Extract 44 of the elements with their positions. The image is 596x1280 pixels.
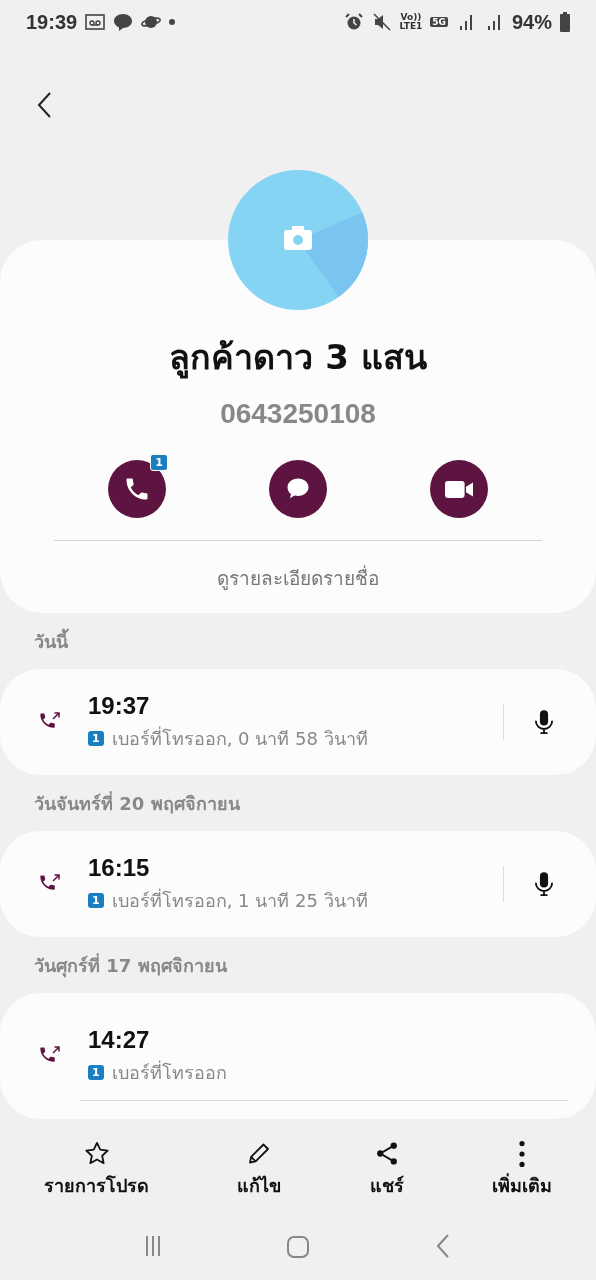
mute-icon xyxy=(371,12,392,32)
three-lines-icon xyxy=(144,1235,161,1256)
contact-name: ลูกค้าดาว 3 แสน xyxy=(169,336,427,381)
volte-label: Vo)) xyxy=(400,13,422,22)
network-label: 5G xyxy=(430,17,448,27)
call-time: 19:37 xyxy=(88,691,151,720)
status-time: 19:39 xyxy=(26,10,78,34)
battery-percent: 94% xyxy=(511,10,552,34)
chat-bubble-icon xyxy=(113,12,134,32)
phone-number: 0643250108 xyxy=(220,398,376,430)
star-action-button[interactable]: รายการโปรด xyxy=(44,1140,150,1200)
chevron-icon xyxy=(437,1233,450,1258)
share-action-button[interactable]: แชร์ xyxy=(369,1140,404,1200)
edit-action-button[interactable]: แก้ไข xyxy=(237,1140,282,1200)
dot-icon xyxy=(169,19,176,25)
sim-badge: 1 xyxy=(88,730,104,746)
more-icon xyxy=(518,1141,525,1167)
call-log-item[interactable]: 19:37 1 เบอร์ที่โทรออก, 0 นาที 58 วินาที xyxy=(0,669,596,775)
video-camera-icon xyxy=(445,480,473,498)
lte-label: LTE1 xyxy=(399,22,423,31)
call-detail: เบอร์ที่โทรออก xyxy=(111,1059,227,1085)
call-detail: เบอร์ที่โทรออก, 1 นาที 25 วินาที xyxy=(111,887,368,913)
more-action-button[interactable]: เพิ่มเติม xyxy=(491,1140,552,1200)
date-header: วันจันทร์ที่ 20 พฤศจิกายน xyxy=(34,790,240,816)
count-badge: 1 xyxy=(150,454,168,471)
call-time: 16:15 xyxy=(88,853,151,882)
star-icon xyxy=(82,1140,111,1167)
date-header: วันศุกร์ที่ 17 พฤศจิกายน xyxy=(34,952,227,980)
sim-badge: 1 xyxy=(88,892,104,908)
message-button[interactable] xyxy=(269,460,327,518)
alarm-icon xyxy=(343,12,364,32)
square-icon xyxy=(284,1233,312,1261)
voicemail-icon xyxy=(85,12,106,32)
sim-badge: 1 xyxy=(88,1064,104,1080)
call-button[interactable] xyxy=(108,460,166,518)
call-log-item[interactable]: 14:27 1 เบอร์ที่โทรออก xyxy=(0,993,596,1119)
call-detail: เบอร์ที่โทรออก, 0 นาที 58 วินาที xyxy=(111,725,368,751)
call-log-item[interactable]: 16:15 1 เบอร์ที่โทรออก, 1 นาที 25 วินาที xyxy=(0,831,596,937)
date-header: วันนี้ xyxy=(34,627,68,654)
battery-icon xyxy=(560,12,570,32)
call-time: 14:27 xyxy=(88,1025,151,1054)
home-button[interactable] xyxy=(284,1233,312,1261)
video-call-button[interactable] xyxy=(430,460,488,518)
view-contact-details-link[interactable]: ดูรายละเอียดรายชื่อ xyxy=(217,541,379,613)
